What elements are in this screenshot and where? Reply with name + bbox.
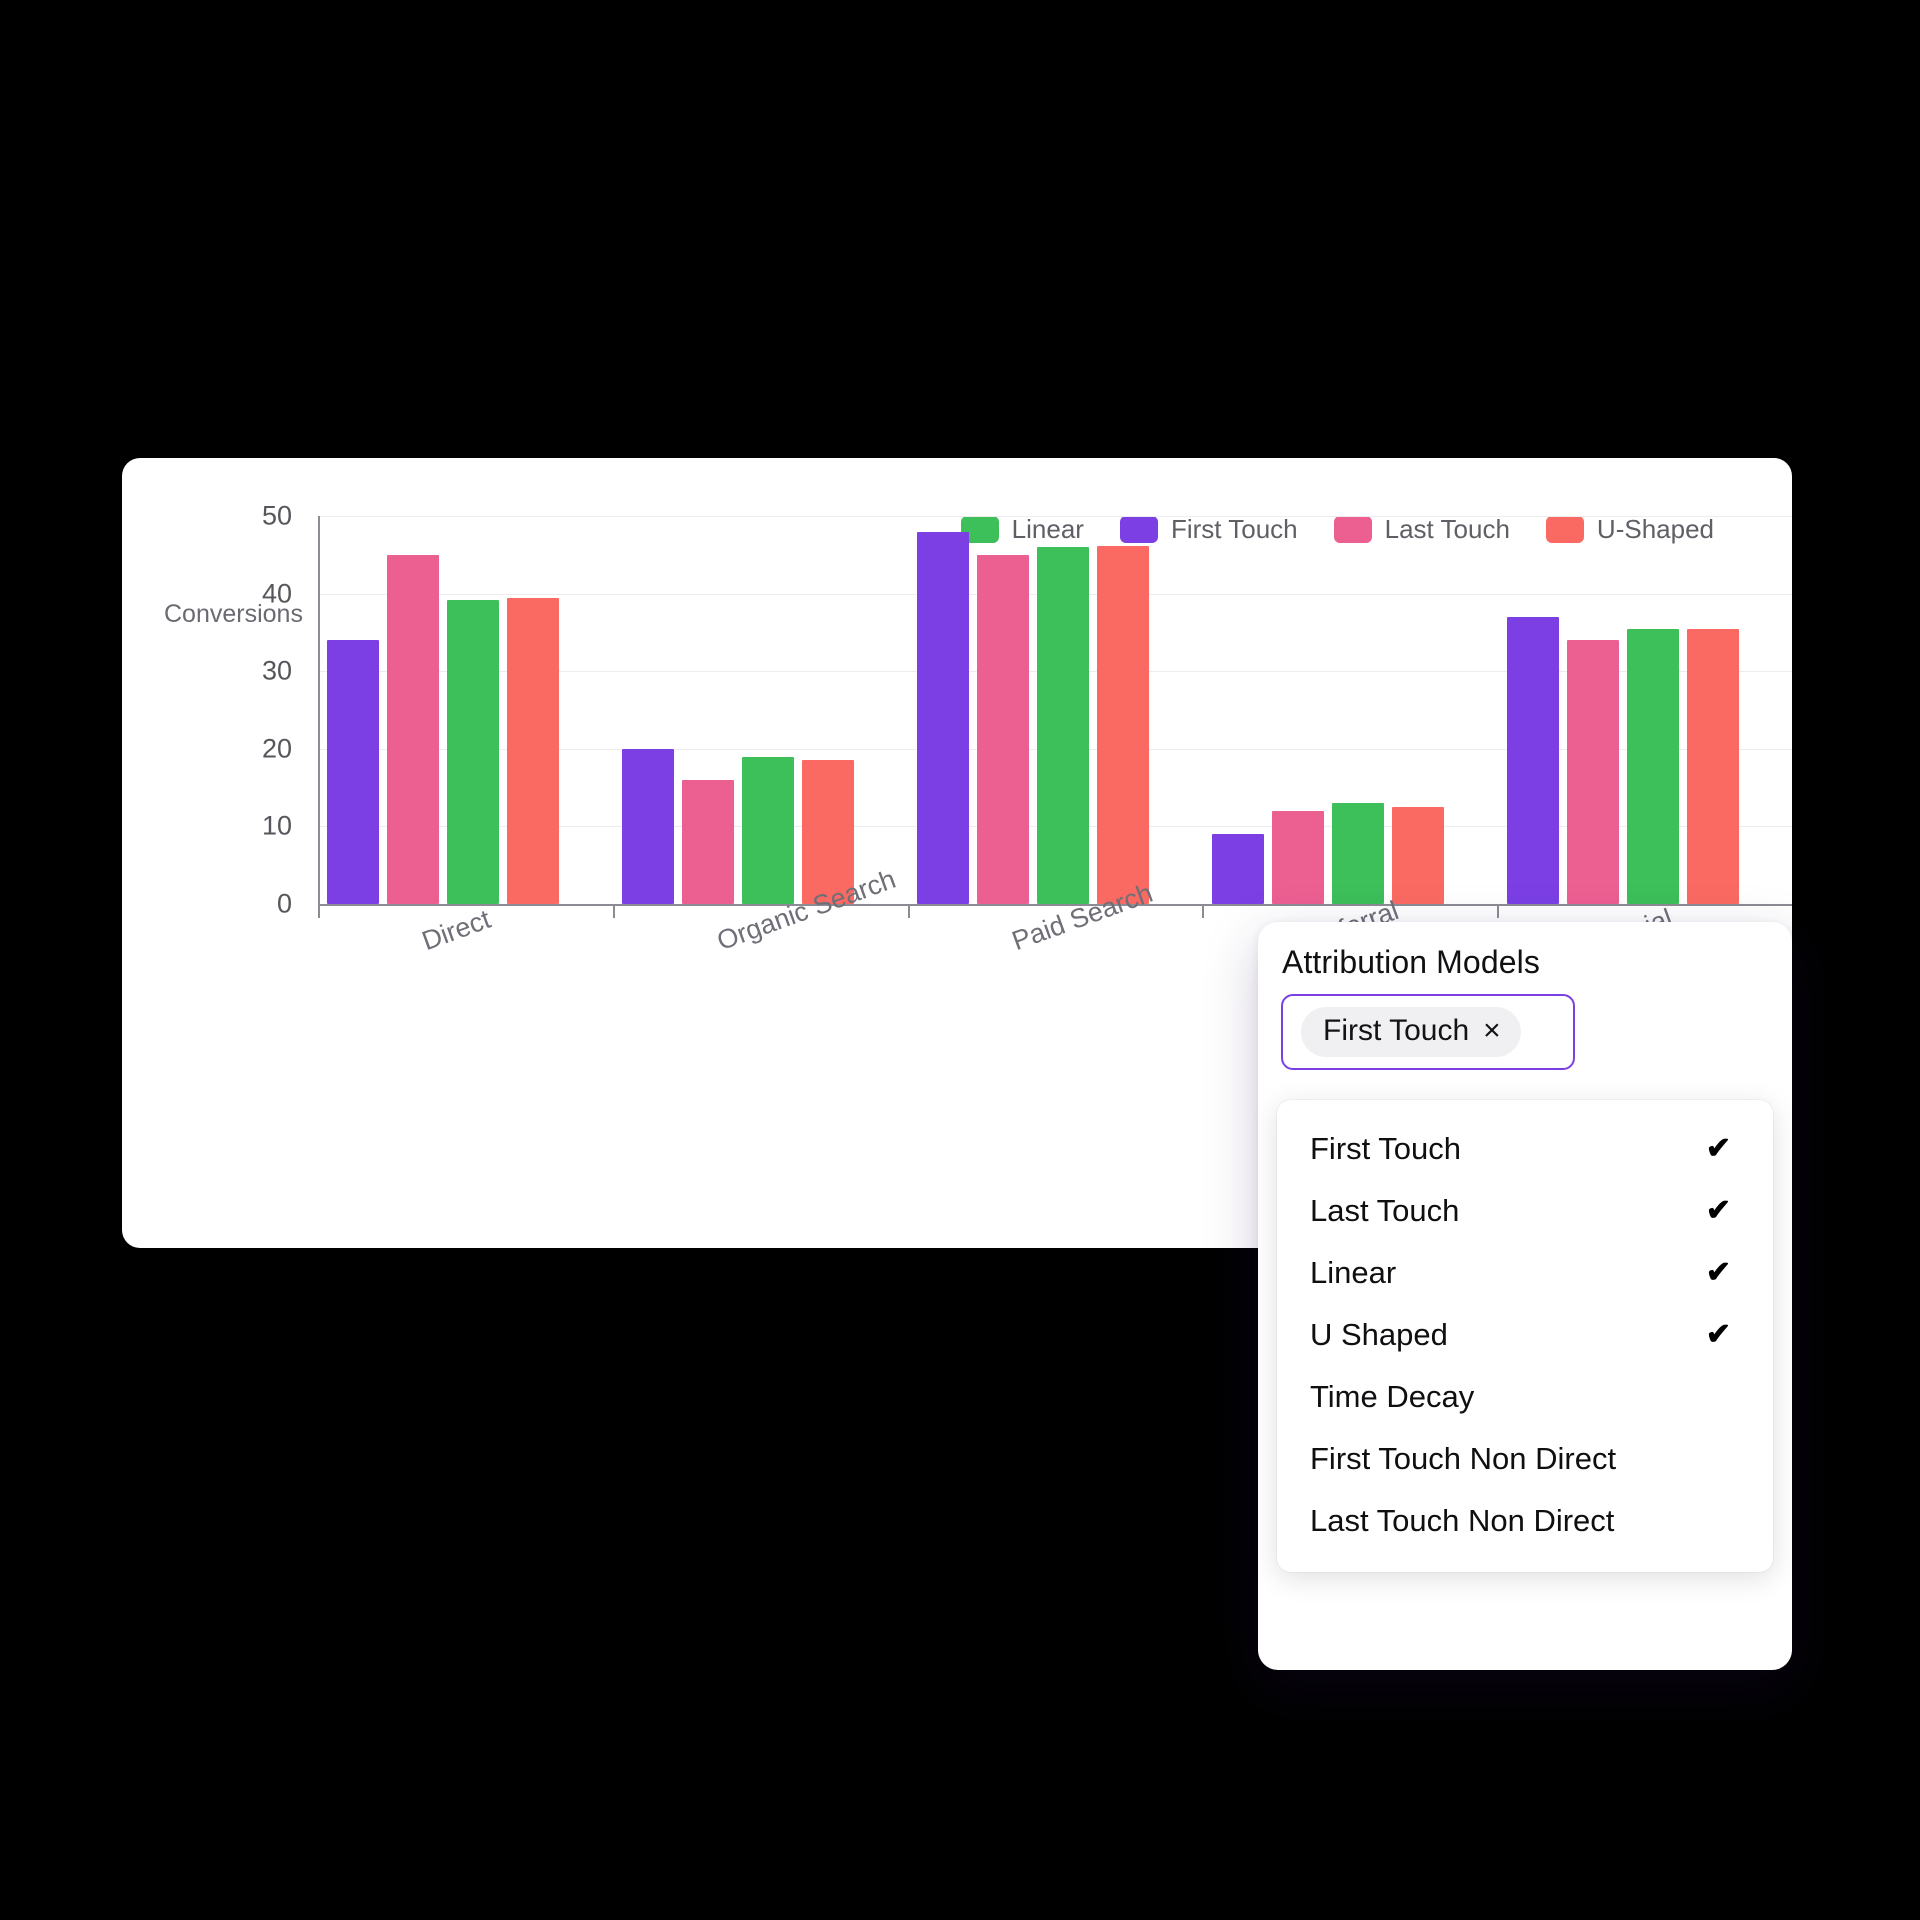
- x-axis-tick-mark: [1497, 904, 1500, 918]
- x-axis-tick-mark: [612, 904, 615, 918]
- option-label: First Touch: [1310, 1131, 1462, 1166]
- close-icon[interactable]: ×: [1483, 1016, 1501, 1046]
- check-icon: ✔: [1705, 1194, 1731, 1227]
- bar[interactable]: [507, 598, 560, 904]
- attribution-panel-title: Attribution Models: [1282, 944, 1540, 980]
- bar[interactable]: [977, 554, 1029, 904]
- bar[interactable]: [1211, 834, 1264, 904]
- option-label: U Shaped: [1310, 1317, 1448, 1352]
- bar[interactable]: [1097, 546, 1149, 904]
- bar[interactable]: [1626, 628, 1679, 904]
- selected-model-chip-label: First Touch: [1323, 1014, 1470, 1047]
- option-last-touch[interactable]: Last Touch ✔: [1277, 1180, 1773, 1242]
- bar[interactable]: [1686, 629, 1739, 904]
- bar[interactable]: [682, 779, 735, 904]
- bar[interactable]: [1037, 547, 1089, 904]
- bar[interactable]: [1271, 810, 1324, 904]
- x-axis-tick-mark: [318, 904, 320, 918]
- bar[interactable]: [447, 599, 500, 904]
- check-icon: ✔: [1705, 1318, 1731, 1351]
- bar[interactable]: [1331, 803, 1384, 904]
- option-time-decay[interactable]: Time Decay✔: [1277, 1366, 1773, 1428]
- option-linear[interactable]: Linear ✔: [1277, 1242, 1773, 1304]
- bar[interactable]: [917, 531, 969, 904]
- y-axis-tick-label: 10: [261, 810, 292, 841]
- x-axis-tick-mark: [907, 904, 910, 918]
- attribution-models-option-list[interactable]: First Touch ✔ Last Touch ✔ Linear ✔ U Shaped ✔ T…: [1277, 1100, 1773, 1572]
- bar[interactable]: [622, 748, 675, 904]
- attribution-models-popover: Attribution Models First Touch × First T…: [1258, 922, 1792, 1670]
- bar[interactable]: [1391, 807, 1444, 904]
- option-label: Last Touch: [1310, 1193, 1460, 1228]
- option-first-touch[interactable]: First Touch ✔: [1277, 1118, 1773, 1180]
- bar[interactable]: [1506, 616, 1559, 904]
- bars-layer: [318, 458, 1792, 906]
- check-icon: ✔: [1705, 1256, 1731, 1289]
- bar[interactable]: [742, 756, 795, 904]
- selected-model-chip[interactable]: First Touch ×: [1301, 1007, 1521, 1057]
- y-axis-tick-label: 40: [261, 578, 292, 609]
- y-axis-tick-label: 0: [276, 888, 292, 919]
- option-label: Linear: [1310, 1255, 1397, 1290]
- bar[interactable]: [327, 640, 380, 904]
- check-icon: ✔: [1705, 1132, 1731, 1165]
- attribution-models-select[interactable]: First Touch ×: [1281, 994, 1575, 1070]
- x-axis-tick-mark: [1202, 904, 1205, 918]
- bar[interactable]: [387, 554, 440, 904]
- option-label: Time Decay: [1310, 1379, 1475, 1414]
- option-last-touch-non-direct[interactable]: Last Touch Non Direct✔: [1277, 1490, 1773, 1552]
- option-u-shaped[interactable]: U Shaped ✔: [1277, 1304, 1773, 1366]
- bar[interactable]: [1566, 640, 1619, 904]
- y-axis-tick-labels: 0 10 20 30 40 50: [232, 458, 292, 1248]
- option-first-touch-non-direct[interactable]: First Touch Non Direct✔: [1277, 1428, 1773, 1490]
- option-label: First Touch Non Direct: [1310, 1441, 1617, 1476]
- y-axis-tick-label: 20: [261, 733, 292, 764]
- y-axis-tick-label: 50: [261, 500, 292, 531]
- y-axis-tick-label: 30: [261, 655, 292, 686]
- option-label: Last Touch Non Direct: [1310, 1503, 1615, 1538]
